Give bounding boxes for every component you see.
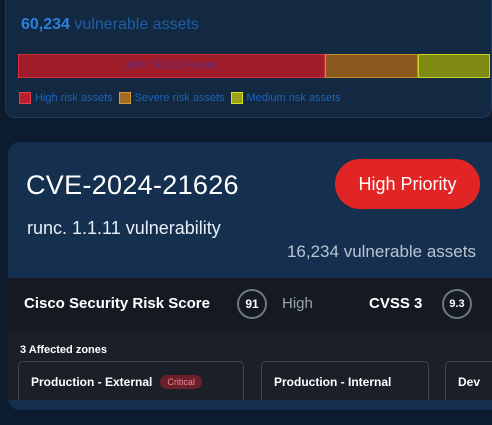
zone-production-internal[interactable]: Production - Internal xyxy=(261,361,429,401)
card-footer xyxy=(8,400,492,410)
high-risk-swatch xyxy=(19,92,31,104)
legend-label: Severe risk assets xyxy=(134,92,225,104)
score-row: Cisco Security Risk Score 91 High CVSS 3… xyxy=(8,278,492,331)
severe-risk-segment[interactable] xyxy=(325,54,418,78)
risk-distribution-bar: 80% / 55,123 Assets xyxy=(18,54,490,78)
risk-score-badge: 91 xyxy=(237,289,267,319)
legend-label: Medium risk assets xyxy=(246,92,341,104)
legend-item-severe[interactable]: Severe risk assets xyxy=(118,92,225,104)
legend-item-high[interactable]: High risk assets xyxy=(19,92,113,104)
legend-item-medium[interactable]: Medium risk assets xyxy=(230,92,341,104)
zone-production-external[interactable]: Production - External Critical xyxy=(18,361,244,401)
summary-heading: 60,234 vulnerable assets xyxy=(21,15,199,35)
cvss-score-badge: 9.3 xyxy=(442,289,472,319)
risk-legend: High risk assets Severe risk assets Medi… xyxy=(19,90,347,106)
risk-level: High xyxy=(282,295,313,312)
risk-score-label: Cisco Security Risk Score xyxy=(24,295,210,312)
cvss-label: CVSS 3 xyxy=(369,295,423,312)
cve-description: runc. 1.1.11 vulnerability xyxy=(27,218,221,238)
cve-vulnerable-assets: 16,234 vulnerable assets xyxy=(286,242,476,261)
vulnerable-assets-summary: 60,234 vulnerable assets 80% / 55,123 As… xyxy=(5,0,492,118)
zone-label: Production - Internal xyxy=(274,374,392,389)
medium-risk-swatch xyxy=(230,92,243,104)
zone-label: Dev xyxy=(458,374,481,389)
severe-risk-swatch xyxy=(118,92,131,104)
affected-zones: 3 Affected zones Production - External C… xyxy=(8,331,492,410)
affected-zones-title: 3 Affected zones xyxy=(20,344,108,356)
bar-label: 80% / 55,123 Assets xyxy=(125,60,218,71)
legend-label: High risk assets xyxy=(35,92,113,104)
cve-id: CVE-2024-21626 xyxy=(26,170,239,200)
critical-badge: Critical xyxy=(160,374,202,389)
cve-card[interactable]: CVE-2024-21626 High Priority runc. 1.1.1… xyxy=(8,142,492,410)
zone-dev[interactable]: Dev xyxy=(445,361,492,401)
zone-label: Production - External xyxy=(31,374,153,389)
medium-risk-segment[interactable] xyxy=(418,54,490,78)
vulnerable-assets-label: vulnerable assets xyxy=(74,16,199,33)
vulnerable-assets-count: 60,234 xyxy=(21,16,70,33)
high-priority-button[interactable]: High Priority xyxy=(335,159,480,209)
